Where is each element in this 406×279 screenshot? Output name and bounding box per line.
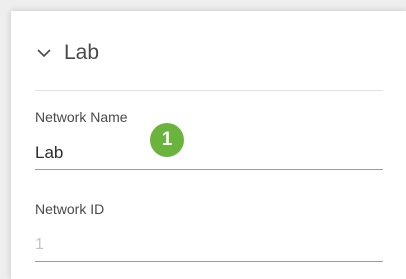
- section-header-lab[interactable]: Lab: [35, 39, 99, 67]
- network-name-label: Network Name: [35, 109, 128, 125]
- network-id-label: Network ID: [35, 201, 105, 217]
- network-name-input[interactable]: [35, 139, 383, 167]
- network-id-input[interactable]: [35, 231, 383, 259]
- step-number-badge: 1: [150, 123, 184, 157]
- network-id-field-wrapper: [35, 231, 383, 262]
- section-title: Lab: [64, 41, 100, 64]
- network-name-field-wrapper: [35, 139, 383, 170]
- network-settings-card: Lab Network Name Network ID 1: [11, 11, 406, 279]
- section-divider: [35, 90, 383, 91]
- chevron-down-icon: [37, 49, 51, 58]
